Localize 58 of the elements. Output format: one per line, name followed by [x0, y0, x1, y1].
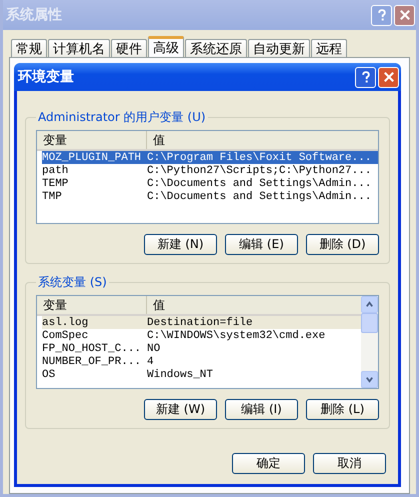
variable-name: path [42, 164, 70, 176]
close-icon [382, 70, 396, 84]
list-row[interactable]: NUMBER_OF_PR... 4 [42, 355, 361, 368]
variable-name: ComSpec [42, 330, 90, 342]
list-row[interactable]: ComSpec C:\WINDOWS\system32\cmd.exe [42, 329, 361, 342]
list-row[interactable]: asl.log Destination=file [42, 316, 361, 329]
action-button[interactable]: 编辑 (E) [225, 234, 298, 255]
group-title: 系统变量 (S) [37, 274, 108, 291]
scroll-up-button[interactable] [361, 296, 378, 313]
column-header[interactable]: 变量 [37, 296, 147, 314]
group-title: Administrator 的用户变量 (U) [37, 109, 207, 126]
tab[interactable]: 硬件 [111, 39, 147, 57]
variable-value: 4 [147, 356, 154, 368]
action-button[interactable]: 编辑 (I) [225, 399, 298, 420]
action-button[interactable]: 删除 (L) [306, 399, 379, 420]
window-title: 系统属性 [6, 6, 62, 24]
scrollbar[interactable] [361, 296, 378, 388]
list-row[interactable]: TMP C:\Documents and Settings\Admin... [42, 190, 378, 203]
tab[interactable]: 远程 [311, 39, 347, 57]
variable-value: NO [147, 342, 160, 354]
list-row[interactable]: OS Windows_NT [42, 368, 361, 381]
variable-name: asl.log [42, 316, 90, 328]
variable-name: TMP [42, 190, 63, 202]
scroll-thumb[interactable] [361, 313, 378, 333]
scroll-down-button[interactable] [361, 371, 378, 388]
column-header[interactable]: 变量 [37, 131, 147, 149]
column-header[interactable]: 值 [147, 296, 361, 314]
tab[interactable]: 系统还原 [185, 39, 247, 57]
variable-name: FP_NO_HOST_C... [42, 342, 142, 354]
dialog-title: 环境变量 [18, 68, 74, 86]
variable-value: C:\Documents and Settings\Admin... [147, 190, 372, 202]
variable-value: Destination=file [147, 316, 253, 328]
list-row[interactable]: TEMP C:\Documents and Settings\Admin... [42, 177, 378, 190]
action-button[interactable]: 新建 (N) [144, 234, 217, 255]
variable-value: C:\Program Files\Foxit Software... [147, 152, 372, 164]
close-button[interactable] [378, 66, 399, 88]
tab[interactable]: 高级 [148, 36, 184, 57]
column-header[interactable]: 值 [147, 131, 378, 149]
variable-name: OS [42, 368, 56, 380]
tab[interactable]: 计算机名 [48, 39, 110, 57]
variable-name: TEMP [42, 178, 70, 190]
variable-value: C:\Documents and Settings\Admin... [147, 178, 372, 190]
tab[interactable]: 自动更新 [248, 39, 310, 57]
close-icon [398, 8, 412, 22]
dialog-button[interactable]: 取消 [313, 453, 386, 474]
variable-value: C:\WINDOWS\system32\cmd.exe [147, 330, 326, 342]
action-button[interactable]: 删除 (D) [306, 234, 379, 255]
variable-name: NUMBER_OF_PR... [42, 356, 142, 368]
help-button[interactable] [355, 66, 376, 88]
variable-name: MOZ_PLUGIN_PATH [42, 152, 142, 164]
variable-value: Windows_NT [147, 368, 214, 380]
list-row[interactable]: MOZ_PLUGIN_PATH C:\Program Files\Foxit Software... [42, 151, 378, 164]
tab[interactable]: 常规 [11, 39, 47, 57]
list-row[interactable]: FP_NO_HOST_C... NO [42, 342, 361, 355]
dialog-button[interactable]: 确定 [232, 453, 305, 474]
list-row[interactable]: path C:\Python27\Scripts;C:\Python27... [42, 164, 378, 177]
variable-value: C:\Python27\Scripts;C:\Python27... [147, 164, 372, 176]
action-button[interactable]: 新建 (W) [144, 399, 217, 420]
